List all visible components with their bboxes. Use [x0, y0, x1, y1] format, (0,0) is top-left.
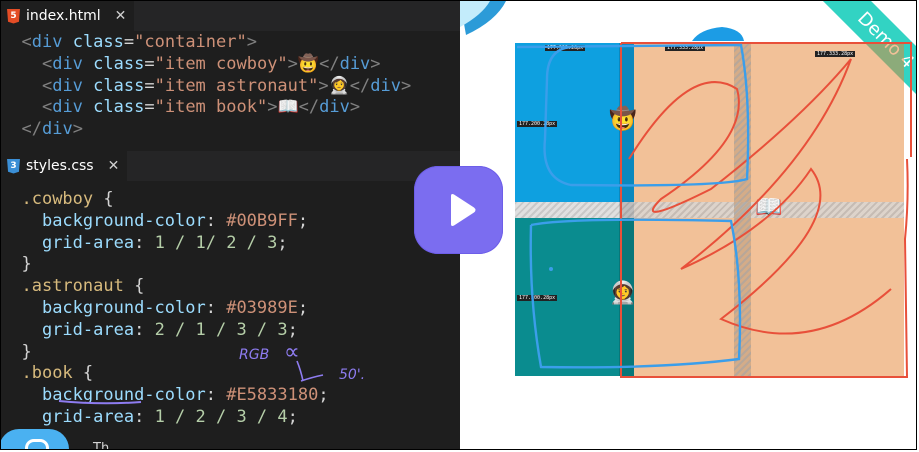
code-line: .astronaut { — [21, 276, 145, 297]
code-line: .book { — [21, 363, 94, 384]
play-icon — [450, 194, 475, 226]
code-line: <div class="container"> — [21, 32, 257, 52]
tab-label: index.html — [26, 8, 101, 24]
footer-caption: Th — [93, 441, 110, 450]
presenter-icon — [25, 439, 49, 449]
tab-index-html[interactable]: 5 index.html ✕ — [1, 1, 135, 31]
code-line: } — [1, 341, 32, 362]
css-tab-bar: 3 styles.css ✕ — [1, 151, 460, 181]
play-button[interactable] — [414, 166, 503, 254]
code-line: grid-area: 2 / 1 / 3 / 3; — [41, 319, 298, 340]
html-tab-bar: 5 index.html ✕ — [1, 1, 460, 31]
close-icon[interactable]: ✕ — [108, 158, 120, 174]
code-line: <div class="item cowboy">🤠</div> — [41, 53, 381, 74]
tab-label: styles.css — [26, 158, 94, 174]
code-editor: 5 index.html ✕ <div class="container"> <… — [1, 1, 460, 450]
tab-styles-css[interactable]: 3 styles.css ✕ — [1, 151, 128, 181]
close-icon[interactable]: ✕ — [115, 8, 127, 24]
code-line: background-color: #03989E; — [41, 297, 309, 318]
html5-icon: 5 — [7, 8, 20, 24]
code-line: grid-area: 1 / 2 / 3 / 4; — [41, 406, 298, 427]
css3-icon: 3 — [7, 158, 20, 174]
scribble-annotation — [516, 42, 912, 378]
video-frame: 5 index.html ✕ <div class="container"> <… — [0, 0, 917, 450]
code-line: background-color: #E5833180; — [41, 385, 329, 406]
code-line: .cowboy { — [21, 189, 114, 209]
html-code: <div class="container"> <div class="item… — [1, 32, 411, 141]
code-line: background-color: #00B9FF; — [41, 210, 309, 231]
code-line: grid-area: 1 / 1/ 2 / 3; — [41, 232, 288, 253]
annotation-percent: 50'. — [339, 367, 365, 383]
css-code: .cowboy { background-color: #00B9FF; gri… — [1, 189, 329, 449]
code-line: </div> — [21, 119, 83, 140]
code-line: } — [1, 254, 32, 275]
grid-preview: 🤠 👩‍🚀 📖 177.333.28px 177.333.28px 177.33… — [515, 42, 912, 378]
code-line: <div class="item book">📖</div> — [41, 97, 361, 118]
code-line: <div class="item astronaut">👩‍🚀</div> — [41, 75, 412, 96]
